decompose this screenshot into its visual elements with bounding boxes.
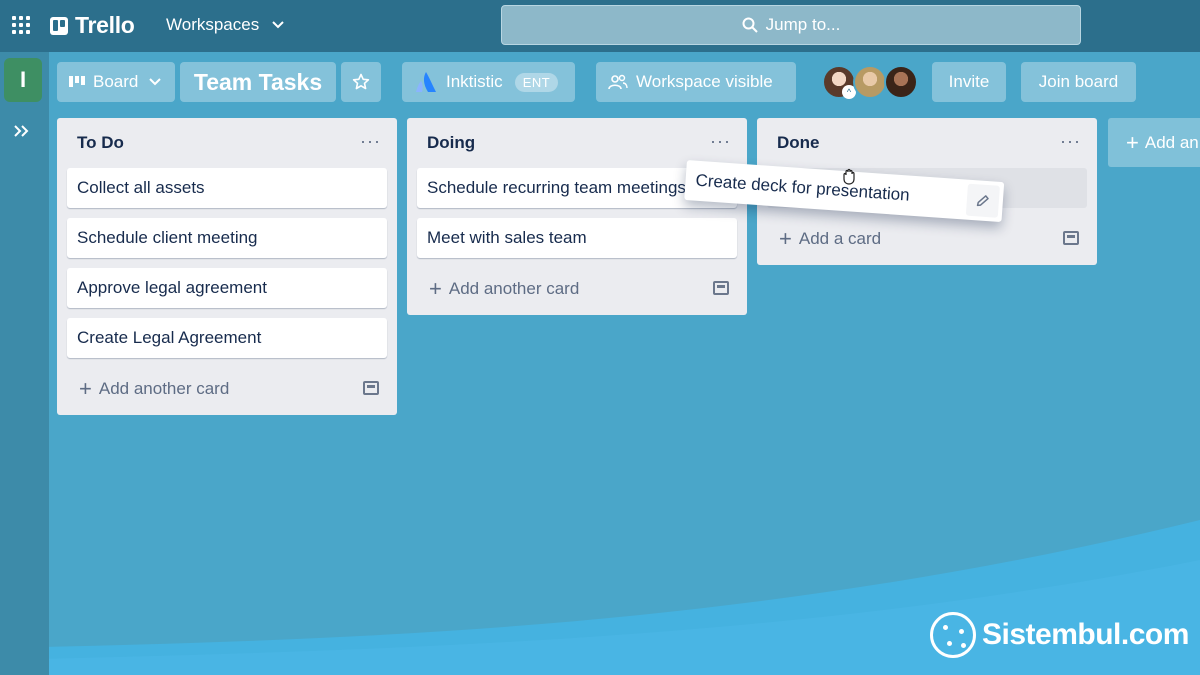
- app-switcher-grid-icon[interactable]: [12, 16, 32, 36]
- trello-board-icon: [50, 16, 68, 35]
- workspace-sidebar: I: [0, 52, 49, 675]
- plus-icon: +: [79, 376, 92, 401]
- plus-icon: +: [429, 276, 442, 301]
- top-navigation: Trello Workspaces Jump to...: [0, 0, 1200, 52]
- list-title[interactable]: Doing: [427, 133, 475, 153]
- card-template-icon[interactable]: [713, 281, 729, 295]
- dragging-card-text: Create deck for presentation: [694, 170, 911, 205]
- search-icon: [742, 17, 758, 33]
- list-title[interactable]: Done: [777, 133, 820, 153]
- member-avatar[interactable]: ^: [822, 65, 856, 99]
- list-menu-icon[interactable]: ···: [360, 131, 381, 152]
- card[interactable]: Approve legal agreement: [67, 268, 387, 308]
- grab-hand-cursor-icon: [843, 168, 855, 185]
- board-view-switcher[interactable]: Board: [57, 62, 175, 102]
- add-card-label: Add another card: [98, 379, 230, 398]
- list-menu-icon[interactable]: ···: [1060, 131, 1081, 152]
- workspace-org-button[interactable]: Inktistic ENT: [402, 62, 575, 102]
- list-title[interactable]: To Do: [77, 133, 124, 153]
- join-board-button[interactable]: Join board: [1021, 62, 1136, 102]
- card[interactable]: Schedule client meeting: [67, 218, 387, 258]
- add-card-label: Add another card: [448, 279, 580, 298]
- card[interactable]: Create Legal Agreement: [67, 318, 387, 358]
- board-members: ^: [822, 65, 918, 99]
- card-template-icon[interactable]: [1063, 231, 1079, 245]
- add-list-button[interactable]: + Add an: [1108, 118, 1200, 167]
- workspace-avatar[interactable]: I: [4, 58, 42, 102]
- workspaces-label: Workspaces: [166, 15, 260, 34]
- list-doing: Doing ··· Schedule recurring team meetin…: [407, 118, 747, 315]
- org-name: Inktistic: [446, 72, 503, 91]
- member-avatar[interactable]: [853, 65, 887, 99]
- add-card-button[interactable]: + Add a card: [779, 226, 881, 252]
- star-board-button[interactable]: [341, 62, 381, 102]
- board-title[interactable]: Team Tasks: [180, 62, 336, 102]
- card[interactable]: Collect all assets: [67, 168, 387, 208]
- member-avatar[interactable]: [884, 65, 918, 99]
- expand-sidebar-button[interactable]: [13, 122, 31, 143]
- edit-card-button[interactable]: [965, 183, 1000, 218]
- board-view-icon: [69, 76, 85, 87]
- pencil-icon: [976, 195, 989, 207]
- workspace-initial: I: [19, 67, 27, 92]
- atlassian-logo-icon: [416, 72, 436, 92]
- trello-logo[interactable]: Trello: [50, 12, 135, 39]
- add-card-label: Add a card: [798, 229, 882, 248]
- chevron-down-icon: [149, 78, 162, 86]
- ent-badge: ENT: [514, 72, 559, 92]
- visibility-button[interactable]: Workspace visible: [596, 62, 796, 102]
- add-card-button[interactable]: + Add another card: [79, 376, 229, 402]
- card[interactable]: Meet with sales team: [417, 218, 737, 258]
- people-icon: [608, 74, 628, 90]
- visibility-label: Workspace visible: [636, 72, 773, 91]
- watermark-text: Sistembul.com: [982, 618, 1189, 651]
- search-placeholder: Jump to...: [765, 15, 841, 34]
- add-card-button[interactable]: + Add another card: [429, 276, 579, 302]
- card-template-icon[interactable]: [363, 381, 379, 395]
- plus-icon: +: [1126, 129, 1139, 155]
- star-icon: [352, 73, 370, 90]
- logo-text: Trello: [75, 12, 135, 38]
- search-input[interactable]: Jump to...: [501, 5, 1081, 45]
- workspaces-dropdown[interactable]: Workspaces: [166, 15, 285, 35]
- chevron-down-icon: [272, 21, 284, 29]
- list-to-do: To Do ··· Collect all assets Schedule cl…: [57, 118, 397, 415]
- sistembul-watermark: Sistembul.com: [930, 612, 1189, 658]
- plus-icon: +: [779, 226, 792, 251]
- sistembul-logo-icon: [930, 612, 976, 658]
- double-chevron-right-icon: [14, 125, 29, 137]
- board-view-label: Board: [93, 72, 139, 91]
- add-list-label: Add an: [1144, 132, 1199, 152]
- invite-button[interactable]: Invite: [932, 62, 1006, 102]
- list-menu-icon[interactable]: ···: [710, 131, 731, 152]
